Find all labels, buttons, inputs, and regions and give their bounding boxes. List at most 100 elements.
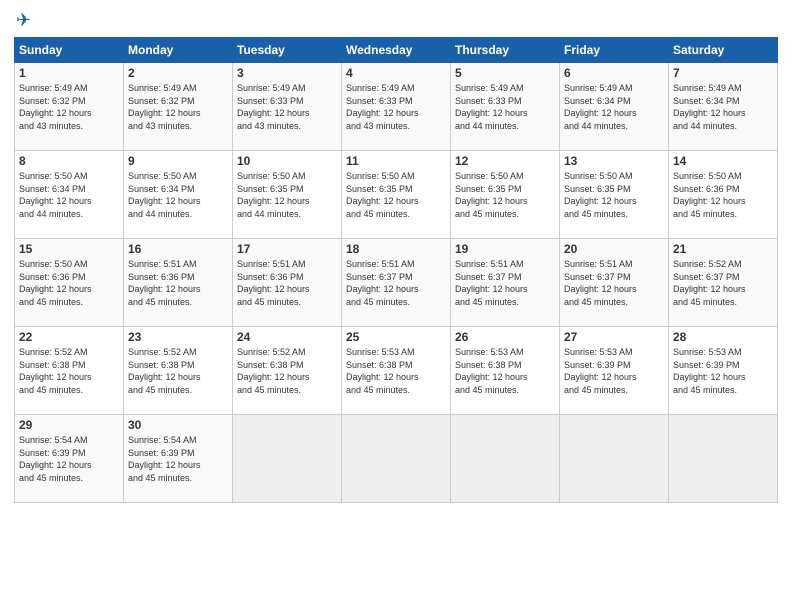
day-info: Sunrise: 5:52 AM Sunset: 6:38 PM Dayligh… bbox=[19, 346, 119, 396]
day-info: Sunrise: 5:54 AM Sunset: 6:39 PM Dayligh… bbox=[19, 434, 119, 484]
page: ✈ SundayMondayTuesdayWednesdayThursdayFr… bbox=[0, 0, 792, 612]
header-day: Sunday bbox=[15, 38, 124, 63]
day-info: Sunrise: 5:50 AM Sunset: 6:35 PM Dayligh… bbox=[455, 170, 555, 220]
calendar-cell bbox=[669, 415, 778, 503]
day-info: Sunrise: 5:51 AM Sunset: 6:37 PM Dayligh… bbox=[564, 258, 664, 308]
calendar-cell bbox=[451, 415, 560, 503]
calendar-cell: 23 Sunrise: 5:52 AM Sunset: 6:38 PM Dayli… bbox=[124, 327, 233, 415]
calendar-cell: 1 Sunrise: 5:49 AM Sunset: 6:32 PM Daylig… bbox=[15, 63, 124, 151]
day-number: 27 bbox=[564, 330, 664, 344]
calendar-cell: 14Sunrise: 5:50 AM Sunset: 6:36 PM Dayli… bbox=[669, 151, 778, 239]
calendar-cell: 18 Sunrise: 5:51 AM Sunset: 6:37 PM Dayli… bbox=[342, 239, 451, 327]
day-info: Sunrise: 5:54 AM Sunset: 6:39 PM Dayligh… bbox=[128, 434, 228, 484]
day-number: 11 bbox=[346, 154, 446, 168]
calendar-cell: 30 Sunrise: 5:54 AM Sunset: 6:39 PM Dayli… bbox=[124, 415, 233, 503]
day-info: Sunrise: 5:49 AM Sunset: 6:34 PM Dayligh… bbox=[564, 82, 664, 132]
day-info: Sunrise: 5:50 AM Sunset: 6:35 PM Dayligh… bbox=[346, 170, 446, 220]
calendar-cell: 12 Sunrise: 5:50 AM Sunset: 6:35 PM Dayli… bbox=[451, 151, 560, 239]
day-info: Sunrise: 5:51 AM Sunset: 6:37 PM Dayligh… bbox=[455, 258, 555, 308]
calendar-cell bbox=[233, 415, 342, 503]
day-number: 3 bbox=[237, 66, 337, 80]
header-day: Wednesday bbox=[342, 38, 451, 63]
day-number: 21 bbox=[673, 242, 773, 256]
logo-bird-icon: ✈ bbox=[16, 10, 31, 31]
calendar-cell bbox=[342, 415, 451, 503]
day-number: 8 bbox=[19, 154, 119, 168]
day-number: 5 bbox=[455, 66, 555, 80]
calendar-table: SundayMondayTuesdayWednesdayThursdayFrid… bbox=[14, 37, 778, 503]
calendar-cell: 25 Sunrise: 5:53 AM Sunset: 6:38 PM Dayli… bbox=[342, 327, 451, 415]
day-number: 26 bbox=[455, 330, 555, 344]
calendar-cell: 8Sunrise: 5:50 AM Sunset: 6:34 PM Daylig… bbox=[15, 151, 124, 239]
calendar-cell bbox=[560, 415, 669, 503]
header-row: SundayMondayTuesdayWednesdayThursdayFrid… bbox=[15, 38, 778, 63]
day-number: 12 bbox=[455, 154, 555, 168]
calendar-cell: 7Sunrise: 5:49 AM Sunset: 6:34 PM Daylig… bbox=[669, 63, 778, 151]
day-number: 2 bbox=[128, 66, 228, 80]
day-number: 18 bbox=[346, 242, 446, 256]
calendar-cell: 22 Sunrise: 5:52 AM Sunset: 6:38 PM Dayli… bbox=[15, 327, 124, 415]
day-info: Sunrise: 5:52 AM Sunset: 6:38 PM Dayligh… bbox=[237, 346, 337, 396]
header-day: Friday bbox=[560, 38, 669, 63]
calendar-header: SundayMondayTuesdayWednesdayThursdayFrid… bbox=[15, 38, 778, 63]
calendar-cell: 16 Sunrise: 5:51 AM Sunset: 6:36 PM Dayli… bbox=[124, 239, 233, 327]
calendar-cell: 9Sunrise: 5:50 AM Sunset: 6:34 PM Daylig… bbox=[124, 151, 233, 239]
day-number: 17 bbox=[237, 242, 337, 256]
calendar-cell: 10 Sunrise: 5:50 AM Sunset: 6:35 PM Dayli… bbox=[233, 151, 342, 239]
day-info: Sunrise: 5:49 AM Sunset: 6:33 PM Dayligh… bbox=[237, 82, 337, 132]
day-number: 6 bbox=[564, 66, 664, 80]
day-info: Sunrise: 5:51 AM Sunset: 6:37 PM Dayligh… bbox=[346, 258, 446, 308]
day-number: 1 bbox=[19, 66, 119, 80]
header-day: Monday bbox=[124, 38, 233, 63]
day-number: 4 bbox=[346, 66, 446, 80]
day-info: Sunrise: 5:50 AM Sunset: 6:36 PM Dayligh… bbox=[19, 258, 119, 308]
calendar-cell: 13 Sunrise: 5:50 AM Sunset: 6:35 PM Dayli… bbox=[560, 151, 669, 239]
day-info: Sunrise: 5:50 AM Sunset: 6:35 PM Dayligh… bbox=[564, 170, 664, 220]
day-info: Sunrise: 5:52 AM Sunset: 6:38 PM Dayligh… bbox=[128, 346, 228, 396]
day-info: Sunrise: 5:53 AM Sunset: 6:38 PM Dayligh… bbox=[346, 346, 446, 396]
day-info: Sunrise: 5:50 AM Sunset: 6:35 PM Dayligh… bbox=[237, 170, 337, 220]
header: ✈ bbox=[14, 10, 778, 31]
day-info: Sunrise: 5:51 AM Sunset: 6:36 PM Dayligh… bbox=[237, 258, 337, 308]
calendar-cell: 19 Sunrise: 5:51 AM Sunset: 6:37 PM Dayli… bbox=[451, 239, 560, 327]
day-info: Sunrise: 5:50 AM Sunset: 6:36 PM Dayligh… bbox=[673, 170, 773, 220]
day-number: 7 bbox=[673, 66, 773, 80]
day-info: Sunrise: 5:49 AM Sunset: 6:32 PM Dayligh… bbox=[19, 82, 119, 132]
calendar-week: 15 Sunrise: 5:50 AM Sunset: 6:36 PM Dayli… bbox=[15, 239, 778, 327]
calendar-cell: 29 Sunrise: 5:54 AM Sunset: 6:39 PM Dayli… bbox=[15, 415, 124, 503]
calendar-cell: 4 Sunrise: 5:49 AM Sunset: 6:33 PM Daylig… bbox=[342, 63, 451, 151]
calendar-cell: 6 Sunrise: 5:49 AM Sunset: 6:34 PM Daylig… bbox=[560, 63, 669, 151]
calendar-cell: 5 Sunrise: 5:49 AM Sunset: 6:33 PM Daylig… bbox=[451, 63, 560, 151]
day-info: Sunrise: 5:53 AM Sunset: 6:39 PM Dayligh… bbox=[564, 346, 664, 396]
calendar-cell: 2 Sunrise: 5:49 AM Sunset: 6:32 PM Daylig… bbox=[124, 63, 233, 151]
day-number: 13 bbox=[564, 154, 664, 168]
day-number: 15 bbox=[19, 242, 119, 256]
day-info: Sunrise: 5:53 AM Sunset: 6:39 PM Dayligh… bbox=[673, 346, 773, 396]
header-day: Saturday bbox=[669, 38, 778, 63]
calendar-cell: 3 Sunrise: 5:49 AM Sunset: 6:33 PM Daylig… bbox=[233, 63, 342, 151]
day-number: 16 bbox=[128, 242, 228, 256]
day-number: 22 bbox=[19, 330, 119, 344]
day-number: 24 bbox=[237, 330, 337, 344]
header-day: Thursday bbox=[451, 38, 560, 63]
day-number: 25 bbox=[346, 330, 446, 344]
day-number: 19 bbox=[455, 242, 555, 256]
calendar-cell: 27 Sunrise: 5:53 AM Sunset: 6:39 PM Dayli… bbox=[560, 327, 669, 415]
day-number: 28 bbox=[673, 330, 773, 344]
day-info: Sunrise: 5:49 AM Sunset: 6:32 PM Dayligh… bbox=[128, 82, 228, 132]
day-info: Sunrise: 5:49 AM Sunset: 6:33 PM Dayligh… bbox=[455, 82, 555, 132]
day-info: Sunrise: 5:49 AM Sunset: 6:33 PM Dayligh… bbox=[346, 82, 446, 132]
calendar-cell: 17 Sunrise: 5:51 AM Sunset: 6:36 PM Dayli… bbox=[233, 239, 342, 327]
day-number: 29 bbox=[19, 418, 119, 432]
day-info: Sunrise: 5:50 AM Sunset: 6:34 PM Dayligh… bbox=[128, 170, 228, 220]
day-info: Sunrise: 5:51 AM Sunset: 6:36 PM Dayligh… bbox=[128, 258, 228, 308]
calendar-cell: 24 Sunrise: 5:52 AM Sunset: 6:38 PM Dayli… bbox=[233, 327, 342, 415]
day-info: Sunrise: 5:52 AM Sunset: 6:37 PM Dayligh… bbox=[673, 258, 773, 308]
calendar-body: 1 Sunrise: 5:49 AM Sunset: 6:32 PM Daylig… bbox=[15, 63, 778, 503]
calendar-cell: 15 Sunrise: 5:50 AM Sunset: 6:36 PM Dayli… bbox=[15, 239, 124, 327]
day-number: 23 bbox=[128, 330, 228, 344]
day-number: 30 bbox=[128, 418, 228, 432]
calendar-cell: 21 Sunrise: 5:52 AM Sunset: 6:37 PM Dayli… bbox=[669, 239, 778, 327]
calendar-week: 1 Sunrise: 5:49 AM Sunset: 6:32 PM Daylig… bbox=[15, 63, 778, 151]
day-number: 10 bbox=[237, 154, 337, 168]
